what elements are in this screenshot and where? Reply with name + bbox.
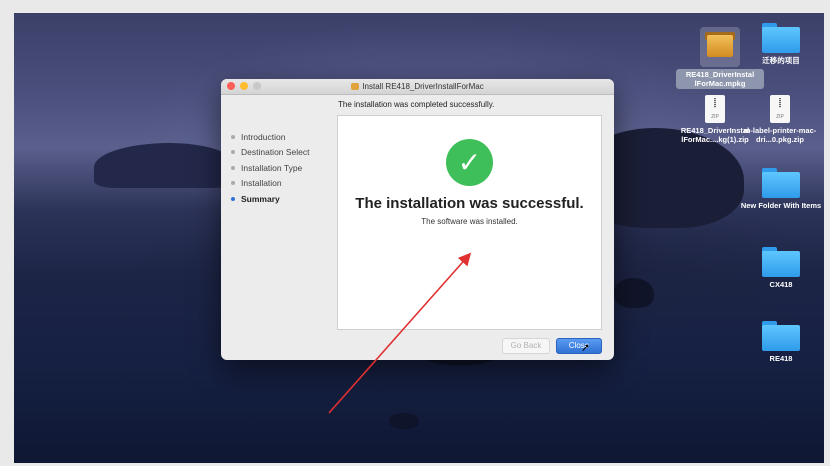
annotation-arrow: [328, 252, 472, 414]
annotation-arrow-line: [328, 252, 472, 414]
